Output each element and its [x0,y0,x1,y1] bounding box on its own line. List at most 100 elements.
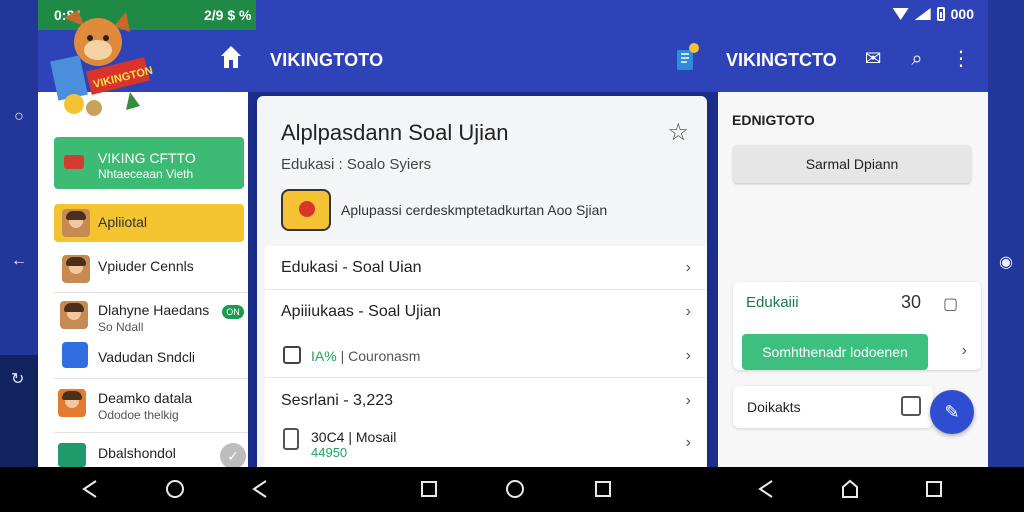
right-rail: ◉ [988,0,1024,467]
signal-icon [914,8,931,20]
right-pane: EDNIGTOTO Sarmal Dpiann Edukaiii 30 ▢ So… [718,92,988,467]
list-item-label: Sesrlani - 3,223 [281,392,394,409]
lock-icon [283,428,299,450]
app-icon [62,342,88,368]
gift-icon [64,155,84,169]
sidebar-item-label: Vpiuder Cennls [98,258,194,274]
avatar [62,255,90,283]
list-item-label: Edukasi - Soal Uian [281,259,422,276]
home-nav-icon[interactable] [166,480,184,498]
app-title: VIKINGTOTO [270,50,384,70]
list-item[interactable]: 30C4 | Mosail 44950 › [265,424,707,467]
target-icon[interactable]: ◉ [999,252,1013,272]
field-label: Doikakts [747,399,801,415]
stop-icon[interactable]: ▢ [943,294,958,314]
list-item[interactable]: Edukasi - Soal Uian › [265,246,707,290]
refresh-icon[interactable]: ↻ [11,369,24,389]
chevron-right-icon[interactable]: › [962,342,967,360]
green-action-button[interactable]: Somhthenadr lodoenen [742,334,928,370]
app-icon [58,443,86,467]
battery-level: 000 [950,6,974,22]
chevron-right-icon: › [685,303,691,320]
battery-icon [936,7,945,21]
sidebar-item-5[interactable]: Dbalshondol ✓ [54,439,248,469]
app-bar: 0:81 2/9 $ % 000 VIKINGTOTO VIKINGTCTO ✉… [38,0,988,92]
image-icon[interactable] [901,396,921,416]
chevron-right-icon: › [685,259,691,276]
card-label: Edukaiii [746,294,799,311]
sidebar-item-3[interactable]: Vadudan Sndcli [54,340,248,374]
list-item-value: 44950 [311,445,348,460]
primary-button[interactable]: Sarmal Dpiann [733,145,971,183]
checkbox[interactable] [283,346,301,364]
main-pane: Alplpasdann Soal Ujian ☆ Edukasi : Soalo… [257,96,707,467]
sidebar-item-label: Vadudan Sndcli [98,349,196,365]
sidebar-card-viking[interactable]: VIKING CFTTO Nhtaeceaan Vieth [54,137,244,189]
card-count: 30 [901,292,922,312]
list-item[interactable]: Apiiiukaas - Soal Ujian › [265,290,707,334]
sidebar: VIKING CFTTO Nhtaeceaan Vieth Apliiotal … [38,92,248,469]
recents-icon[interactable] [595,481,611,497]
chevron-right-icon: › [685,434,691,451]
promo-text: Aplupassi cerdeskmptetadkurtan Aoo Sjian [341,202,608,218]
search-icon[interactable]: ⌕ [906,48,928,70]
home-nav-icon[interactable] [841,479,859,499]
sidebar-item-sublabel: Ododoe thelkig [98,408,179,422]
status-toggle[interactable]: ON [222,305,244,319]
arrow-left-icon[interactable]: ← [11,252,27,270]
status-indicators: 2/9 $ % [204,7,252,23]
sidebar-item-apliiotal[interactable]: Apliiotal [54,204,244,242]
divider [54,378,248,379]
promo-icon [281,189,331,231]
avatar [58,389,86,417]
content-list: Edukasi - Soal Uian › Apiiiukaas - Soal … [265,246,707,467]
chevron-right-icon: › [685,347,691,364]
card-subtitle: Nhtaeceaan Vieth [98,167,194,181]
back-icon[interactable] [252,480,268,498]
book-icon[interactable] [674,42,700,72]
divider [54,292,248,293]
page-title: Alplpasdann Soal Ujian [281,120,509,145]
chevron-right-icon: › [685,392,691,409]
sidebar-item-4[interactable]: Deamko datala Ododoe thelkig [54,385,248,427]
avatar [60,301,88,329]
recents-icon[interactable] [926,481,942,497]
more-vert-icon[interactable]: ⋮ [950,48,972,70]
circle-icon[interactable]: ○ [14,108,24,126]
close-icon[interactable]: ✓ [220,443,246,469]
app-title-right: VIKINGTCTO [726,50,837,70]
sidebar-item-label: Deamko datala [98,390,193,406]
system-icons: 000 [892,6,974,22]
viking-mascot-logo: VIKINGTON [50,10,154,116]
recents-icon[interactable] [421,481,437,497]
back-icon[interactable] [82,480,98,498]
home-nav-icon[interactable] [506,480,524,498]
system-nav-bar [0,467,1024,512]
avatar [62,209,90,237]
right-title: EDNIGTOTO [732,112,815,128]
left-rail-lower: ↻ [0,355,38,467]
sidebar-item-label: Dlahyne Haedans [98,302,210,318]
page-subtitle: Edukasi : Soalo Syiers [281,156,432,173]
chat-icon[interactable]: ✉ [862,48,884,70]
sidebar-item-1[interactable]: Vpiuder Cennls [54,252,248,288]
list-item-label: Apiiiukaas - Soal Ujian [281,303,442,320]
list-item-label: | Couronasm [340,348,421,364]
back-icon[interactable] [758,480,774,498]
card-title: VIKING CFTTO [98,150,196,166]
education-card: Edukaiii 30 ▢ Somhthenadr lodoenen › [733,282,981,370]
documents-field[interactable]: Doikakts [733,386,933,428]
edit-fab-button[interactable]: ✎ [930,390,974,434]
wifi-icon [892,8,909,20]
sidebar-item-2[interactable]: Dlahyne Haedans So Ndall ON [54,297,248,337]
sidebar-item-sublabel: So Ndall [98,320,144,334]
list-item-label: 30C4 | Mosail [311,429,397,445]
divider [54,432,248,433]
percent-value: IA% [311,348,337,364]
list-item[interactable]: Sesrlani - 3,223 › [265,378,707,424]
sidebar-item-label: Apliiotal [98,214,148,230]
list-item[interactable]: IA% | Couronasm › [265,334,707,378]
sidebar-item-label: Dbalshondol [98,445,176,461]
home-icon[interactable] [220,44,242,70]
star-icon[interactable]: ☆ [667,118,689,147]
